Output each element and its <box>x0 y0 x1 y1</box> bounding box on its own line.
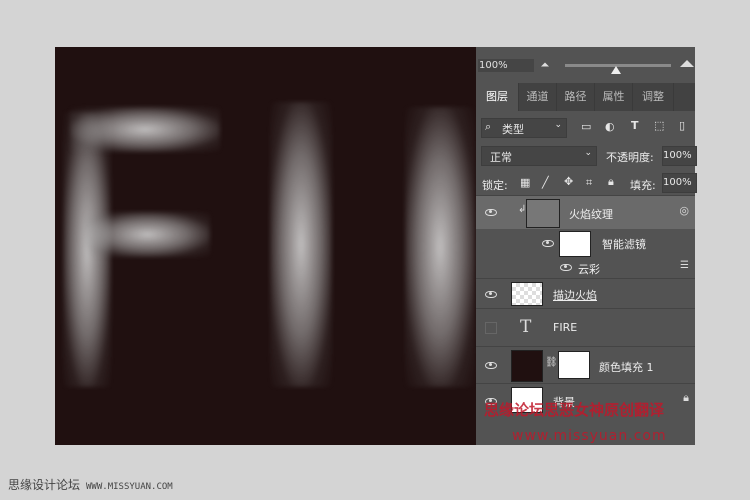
layer-name: 火焰纹理 <box>569 208 613 221</box>
layer-mask-thumbnail <box>558 351 590 379</box>
watermark-line1: 思缘论坛思恶女神原创翻译 <box>484 401 665 419</box>
layer-row[interactable]: ⛓ 颜色填充 1 <box>476 346 695 384</box>
layer-row[interactable]: T FIRE <box>476 308 695 347</box>
search-icon: ⌕ <box>485 120 492 133</box>
fill-color-thumbnail <box>511 350 543 382</box>
layer-name: 云彩 <box>578 263 600 276</box>
document-canvas[interactable] <box>55 47 476 445</box>
tab-properties[interactable]: 属性 <box>595 83 633 111</box>
flame-letter-f-top <box>70 107 220 152</box>
panel-tabs: 图层 通道 路径 属性 调整 <box>476 83 695 111</box>
layer-name: FIRE <box>553 321 578 334</box>
flame-letter-r <box>405 107 475 387</box>
visibility-eye-icon[interactable] <box>485 362 497 369</box>
visibility-eye-icon[interactable] <box>485 209 497 216</box>
layer-thumbnail <box>511 282 543 306</box>
lock-label: 锁定: <box>482 179 508 192</box>
layer-row[interactable]: 描边火焰 <box>476 278 695 309</box>
layer-name: 描边火焰 <box>553 289 597 302</box>
chevron-down-icon: ⌄ <box>554 120 562 130</box>
tab-channels[interactable]: 通道 <box>519 83 557 111</box>
lock-icon: 🔒︎ <box>683 391 689 404</box>
opacity-label: 不透明度: <box>606 151 654 164</box>
footer-url[interactable]: WWW.MISSYUAN.COM <box>86 482 173 492</box>
small-mountain-icon <box>541 62 549 67</box>
smart-object-thumbnail <box>526 199 560 228</box>
visibility-eye-icon[interactable] <box>542 240 554 247</box>
flame-letter-i <box>270 102 332 387</box>
watermark-line2: www.missyuan.com <box>512 428 667 444</box>
filter-kind-select[interactable]: ⌕ 类型 ⌄ <box>481 118 567 138</box>
lock-all-icon[interactable]: 🔒︎ <box>608 175 614 189</box>
blend-mode-select[interactable]: 正常 ⌄ <box>481 146 597 166</box>
fill-label: 填充: <box>630 179 656 192</box>
lock-image-pixels-icon[interactable]: ╱ <box>542 176 549 189</box>
slider-thumb[interactable] <box>611 66 621 74</box>
text-layer-icon: T <box>520 317 532 337</box>
footer-credit: 思缘设计论坛 WWW.MISSYUAN.COM <box>8 476 173 493</box>
tab-layers[interactable]: 图层 <box>476 83 519 111</box>
flame-letter-f-mid <box>85 212 210 257</box>
blend-mode-label: 正常 <box>490 151 512 164</box>
footer-site-name: 思缘设计论坛 <box>8 478 81 492</box>
layer-row[interactable]: 云彩 ☰ <box>476 258 695 278</box>
smart-filter-indicator-icon: ◎ <box>679 204 689 217</box>
filter-mask-thumbnail <box>559 231 591 257</box>
filter-kind-label: 类型 <box>502 123 524 136</box>
chevron-down-icon: ⌄ <box>584 148 592 158</box>
layers-panel: 100% 图层 通道 路径 属性 调整 ⌕ 类型 ⌄ ▭ ◐ T ⬚ ▯ 正常 … <box>476 47 697 445</box>
adjustment-filter-icon[interactable]: ◐ <box>605 120 615 133</box>
lock-artboard-icon[interactable]: ⌗ <box>586 176 592 190</box>
type-filter-icon[interactable]: T <box>631 119 639 132</box>
visibility-toggle-empty[interactable] <box>485 322 497 334</box>
visibility-eye-icon[interactable] <box>560 264 572 271</box>
layer-name: 颜色填充 1 <box>599 361 654 374</box>
shape-filter-icon[interactable]: ⬚ <box>654 119 664 132</box>
fill-field[interactable]: 100% <box>662 173 697 193</box>
image-filter-icon[interactable]: ▭ <box>581 120 591 133</box>
lock-transparent-pixels-icon[interactable]: ▦ <box>520 176 530 189</box>
thumbnail-zoom-field[interactable]: 100% <box>478 59 534 72</box>
large-mountain-icon <box>680 60 694 67</box>
smart-object-filter-icon[interactable]: ▯ <box>679 119 685 132</box>
filter-options-icon[interactable]: ☰ <box>680 260 689 271</box>
layer-name: 智能滤镜 <box>602 238 646 251</box>
layer-row[interactable]: ↲ 火焰纹理 ◎ <box>476 195 695 229</box>
link-icon: ⛓ <box>545 357 558 368</box>
opacity-field[interactable]: 100% <box>662 146 697 166</box>
lock-position-icon[interactable]: ✥ <box>564 175 573 188</box>
tab-paths[interactable]: 路径 <box>557 83 595 111</box>
visibility-eye-icon[interactable] <box>485 291 497 298</box>
tab-adjustments[interactable]: 调整 <box>633 83 674 111</box>
layer-row[interactable]: 智能滤镜 <box>476 228 695 258</box>
